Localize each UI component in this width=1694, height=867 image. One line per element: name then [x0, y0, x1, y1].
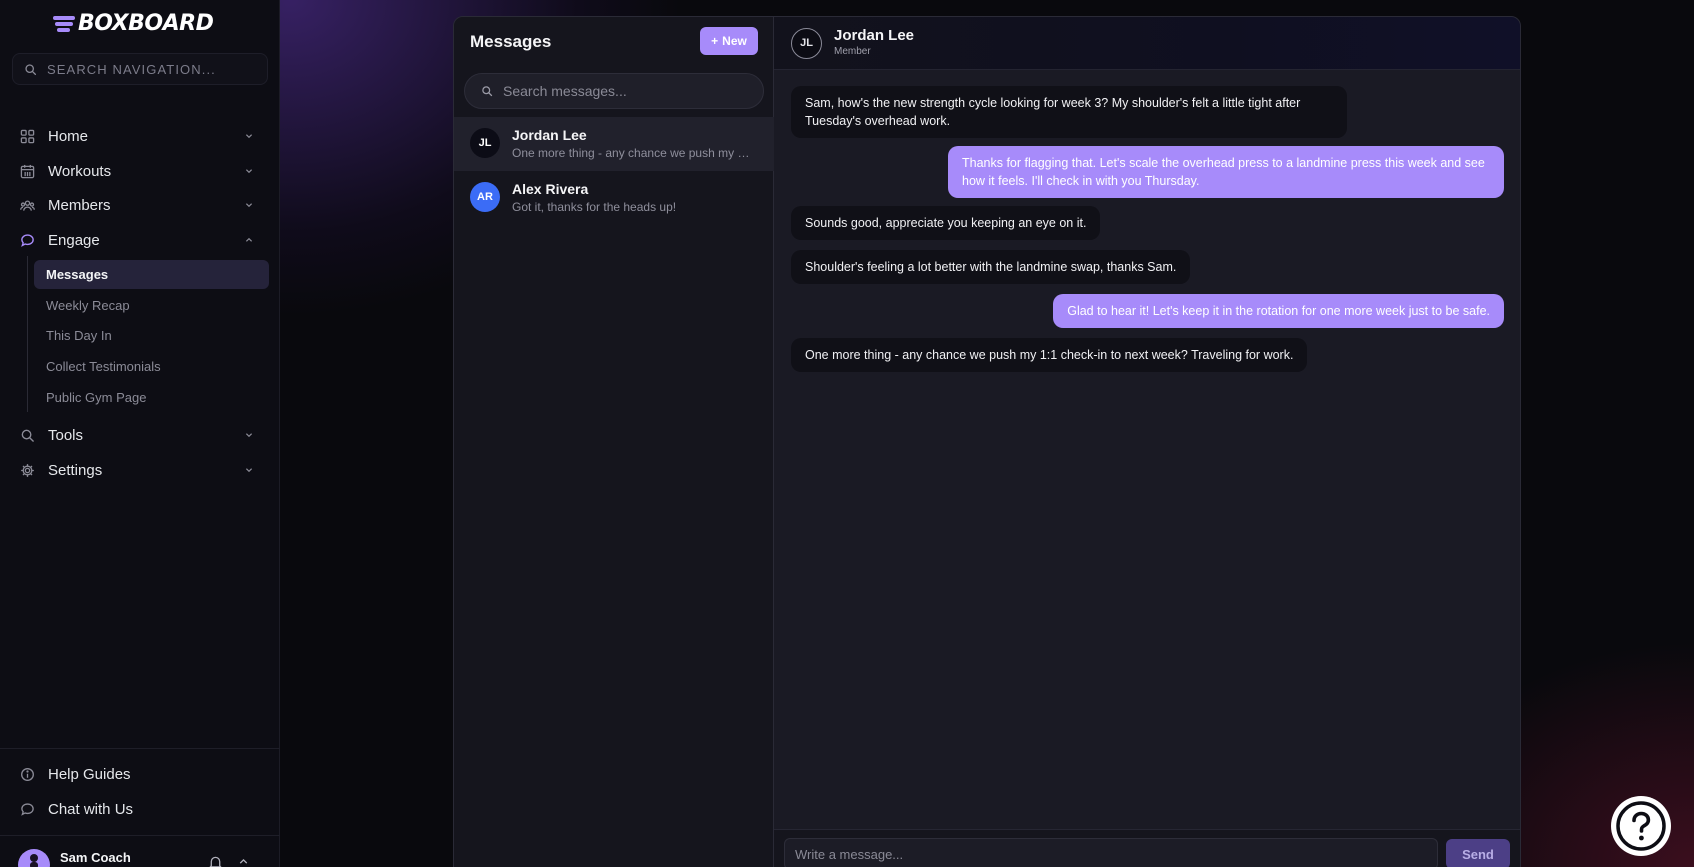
conversation-preview: One more thing - any chance we push my 1…: [512, 146, 756, 160]
sidebar-item-workouts[interactable]: Workouts: [14, 156, 266, 186]
conversation-name: Alex Rivera: [512, 181, 589, 197]
user-name: Sam Coach: [60, 850, 131, 865]
avatar: JL: [470, 128, 500, 158]
sidebar-divider: [0, 835, 280, 836]
sidebar-item-members[interactable]: Members: [14, 190, 266, 220]
calendar-icon: [20, 164, 35, 178]
users-icon: [20, 199, 35, 211]
new-message-label: New: [722, 34, 747, 48]
sidebar-item-tools[interactable]: Tools: [14, 420, 266, 450]
new-message-button[interactable]: + New: [700, 27, 758, 55]
chat-with-us-label: Chat with Us: [48, 800, 134, 818]
sidebar-subitem-public-gym-page[interactable]: Public Gym Page: [34, 383, 269, 412]
sidebar-item-engage[interactable]: Engage: [14, 225, 266, 255]
chat-contact-role: Member: [834, 45, 871, 57]
chevron-down-icon: [245, 169, 253, 174]
sidebar-subitem-collect-testimonials[interactable]: Collect Testimonials: [34, 352, 269, 381]
sidebar-item-home[interactable]: Home: [14, 121, 266, 151]
avatar: AR: [470, 182, 500, 212]
chat-header: JL Jordan Lee Member: [774, 17, 1520, 70]
sidebar-subitem-this-day-in[interactable]: This Day In: [34, 321, 269, 350]
sidebar-item-label: Engage: [48, 231, 100, 249]
search-icon: [25, 63, 37, 75]
nav-search-input[interactable]: [47, 61, 247, 77]
sidebar-divider: [0, 748, 280, 749]
conversation-name: Jordan Lee: [512, 127, 587, 143]
chat-bubble-icon: [21, 233, 34, 247]
chat-bubble-icon: [21, 802, 34, 816]
sidebar-chat-with-us[interactable]: Chat with Us: [14, 794, 266, 824]
chevron-up-icon[interactable]: [237, 855, 250, 867]
search-icon: [21, 429, 34, 442]
logo-mark-icon: [53, 14, 75, 32]
message-bubble-outgoing: Thanks for flagging that. Let's scale th…: [948, 146, 1504, 198]
submenu-rail: [27, 256, 28, 412]
page-title: Messages: [470, 32, 552, 51]
user-silhouette-icon: [30, 854, 38, 867]
info-icon: [21, 767, 34, 781]
sidebar-item-label: Settings: [48, 461, 103, 479]
conversation-preview: Got it, thanks for the heads up!: [512, 200, 677, 214]
message-bubble-outgoing: Glad to hear it! Let's keep it in the ro…: [1053, 294, 1504, 328]
search-icon: [482, 86, 493, 97]
conversation-item[interactable]: AR Alex Rivera Got it, thanks for the he…: [454, 171, 774, 225]
sidebar-subitem-messages[interactable]: Messages: [34, 260, 269, 289]
chat-thread: JL Jordan Lee Member Sam, how's the new …: [774, 17, 1520, 867]
chevron-down-icon: [245, 203, 253, 208]
avatar: JL: [791, 27, 822, 59]
plus-icon: +: [711, 34, 719, 48]
messages-panel: Messages + New JL Jordan Lee One more th…: [453, 16, 1521, 867]
help-guides-label: Help Guides: [48, 765, 131, 783]
chat-contact-name: Jordan Lee: [834, 26, 915, 44]
help-button[interactable]: [1611, 796, 1671, 856]
chevron-down-icon: [245, 433, 253, 438]
message-bubble-incoming: Shoulder's feeling a lot better with the…: [791, 250, 1191, 284]
message-search-input[interactable]: [503, 83, 743, 99]
sidebar-help-guides[interactable]: Help Guides: [14, 759, 266, 789]
conversation-item[interactable]: JL Jordan Lee One more thing - any chanc…: [454, 117, 774, 171]
avatar: [18, 849, 50, 867]
chevron-down-icon: [245, 468, 253, 473]
message-composer: Send: [774, 829, 1520, 867]
nav-search[interactable]: [12, 53, 268, 85]
message-input[interactable]: [784, 838, 1438, 867]
gear-icon: [21, 463, 34, 477]
chevron-up-icon: [245, 237, 253, 242]
question-mark-icon: [1616, 801, 1666, 851]
grid-icon: [20, 129, 35, 143]
message-bubble-incoming: One more thing - any chance we push my 1…: [791, 338, 1308, 372]
sidebar-item-label: Tools: [48, 426, 84, 444]
brand-logo[interactable]: BOXBOARD: [53, 10, 214, 36]
bell-icon[interactable]: [208, 855, 223, 867]
message-bubble-incoming: Sam, how's the new strength cycle lookin…: [791, 86, 1347, 138]
brand-name: BOXBOARD: [78, 10, 214, 36]
message-bubble-incoming: Sounds good, appreciate you keeping an e…: [791, 206, 1101, 240]
sidebar-item-settings[interactable]: Settings: [14, 455, 266, 485]
user-profile[interactable]: Sam Coach: [18, 849, 268, 867]
conversation-list: Messages + New JL Jordan Lee One more th…: [454, 17, 774, 867]
sidebar: BOXBOARD Home Workouts Members Engage Me…: [0, 0, 280, 867]
sidebar-item-label: Members: [48, 196, 111, 214]
sidebar-subitem-weekly-recap[interactable]: Weekly Recap: [34, 291, 269, 320]
send-button[interactable]: Send: [1446, 839, 1510, 867]
chevron-down-icon: [245, 134, 253, 139]
message-search[interactable]: [464, 73, 764, 109]
sidebar-item-label: Home: [48, 127, 89, 145]
sidebar-item-label: Workouts: [48, 162, 112, 180]
